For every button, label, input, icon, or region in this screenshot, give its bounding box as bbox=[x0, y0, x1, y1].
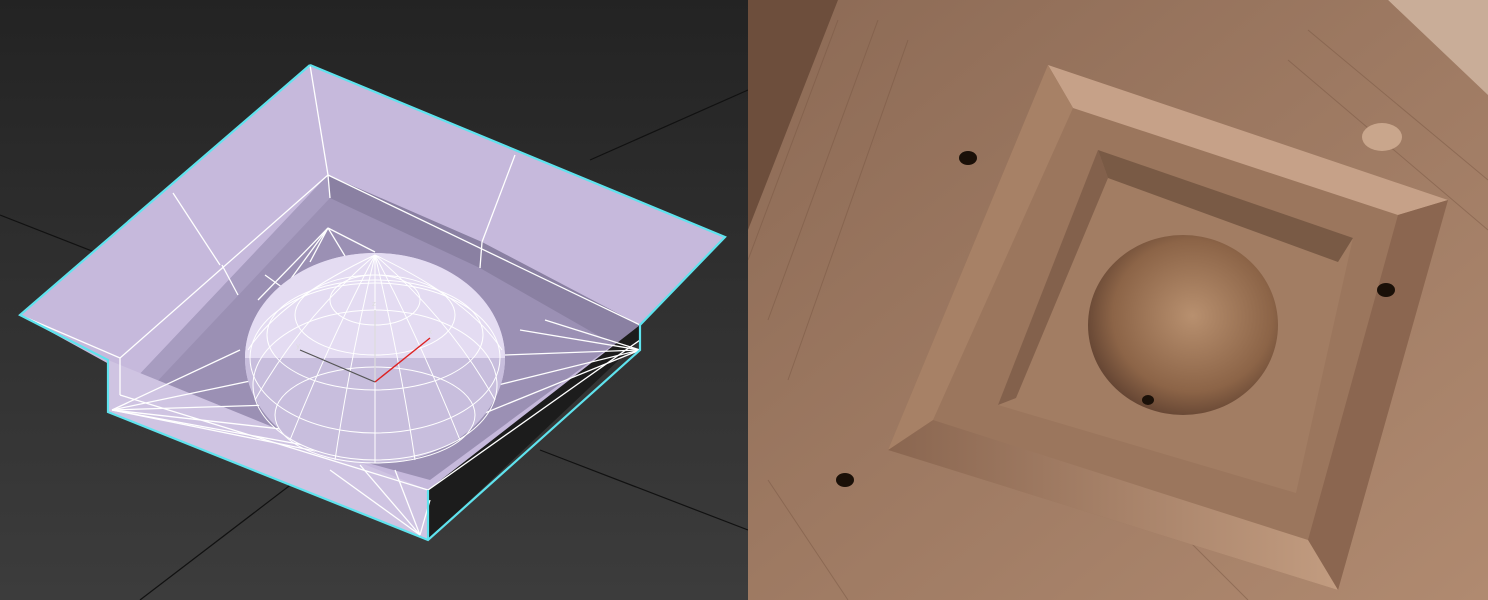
x-axis-label: x bbox=[428, 328, 432, 336]
wooden-mold-photo bbox=[748, 0, 1488, 600]
wooden-hemisphere bbox=[1088, 235, 1278, 415]
y-axis-label: y bbox=[296, 342, 300, 350]
photo-canvas bbox=[748, 0, 1488, 600]
viewport-canvas[interactable]: z y x bbox=[0, 0, 748, 600]
z-axis-label: z bbox=[372, 300, 376, 308]
comparison-stage: z y x bbox=[0, 0, 1488, 600]
3d-viewport[interactable]: z y x bbox=[0, 0, 748, 600]
